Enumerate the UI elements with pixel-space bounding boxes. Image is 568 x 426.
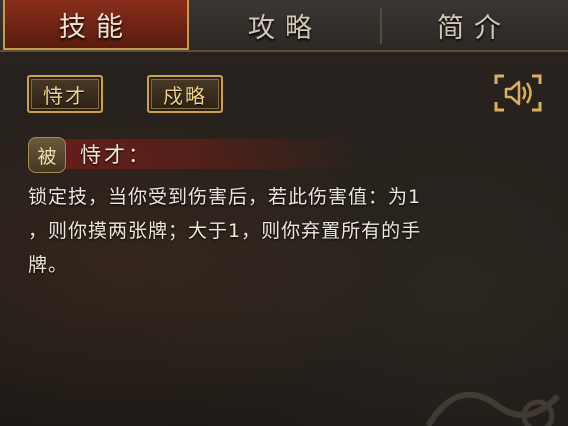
- tab-skills[interactable]: 技能: [3, 0, 189, 50]
- decorative-swirl: [425, 391, 561, 426]
- tab-bar: 技能 攻略 简介: [0, 0, 568, 52]
- skill-panel: 技能 攻略 简介 恃才 戍略 被 恃才： 锁定技，当你受到伤害后，若此伤害值：为…: [0, 0, 568, 426]
- subtab-shicai[interactable]: 恃才: [27, 75, 103, 113]
- sound-button[interactable]: [492, 70, 544, 116]
- speaker-icon: [494, 74, 542, 112]
- subtab-shulue[interactable]: 戍略: [147, 75, 223, 113]
- passive-skill-badge: 被: [28, 137, 66, 173]
- tab-strategy[interactable]: 攻略: [190, 0, 380, 50]
- tab-introduction[interactable]: 简介: [380, 0, 568, 50]
- skill-description: 锁定技，当你受到伤害后，若此伤害值：为1 ，则你摸两张牌；大于1，则你弃置所有的…: [28, 186, 422, 276]
- skill-name: 恃才：: [80, 143, 152, 167]
